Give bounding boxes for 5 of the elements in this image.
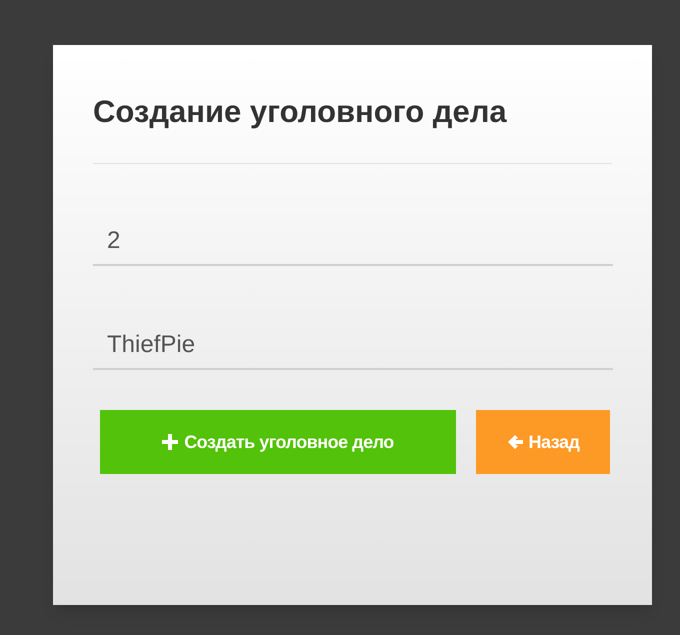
input-field[interactable]: ThiefPie: [93, 322, 613, 370]
plus-icon: [162, 434, 178, 450]
arrow-left-icon: [506, 434, 523, 450]
input-field[interactable]: 2: [93, 218, 613, 266]
form-title: Создание уголовного дела: [93, 93, 508, 131]
